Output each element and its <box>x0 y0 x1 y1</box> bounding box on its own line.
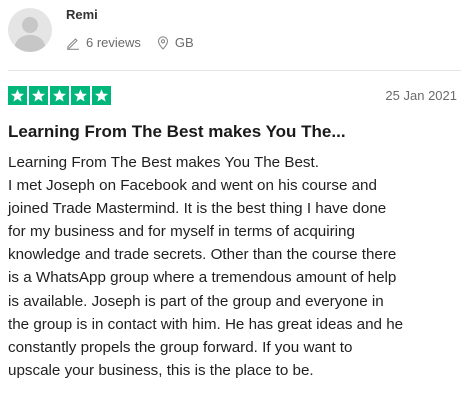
review-body-line: Learning From The Best makes You The Bes… <box>8 154 319 171</box>
review-card: Remi 6 reviews GB 25 Jan 2021 Learning F… <box>0 0 471 414</box>
star-icon <box>29 86 48 105</box>
user-silhouette-icon <box>14 17 46 52</box>
review-body-line: I met Joseph on Facebook and went on his… <box>8 177 377 195</box>
reviewer-meta: Remi 6 reviews GB <box>66 7 194 51</box>
reviewer-header: Remi 6 reviews GB <box>8 7 194 52</box>
review-body-line: is a WhatsApp group where a tremendous a… <box>8 269 397 287</box>
star-icon <box>8 86 27 105</box>
reviewer-name[interactable]: Remi <box>66 7 194 23</box>
country-stat: GB <box>157 35 194 51</box>
star-icon <box>50 86 69 105</box>
review-body-line: for my business and for myself in terms … <box>8 223 355 241</box>
reviews-count-stat: 6 reviews <box>66 35 141 51</box>
review-body-line: knowledge and trade secrets. Other than … <box>8 246 397 264</box>
star-rating <box>8 86 113 105</box>
star-icon <box>71 86 90 105</box>
country-code: GB <box>174 35 194 50</box>
divider <box>8 70 461 71</box>
star-icon <box>92 86 111 105</box>
review-body-line: the group is in contact with him. He has… <box>8 315 404 333</box>
review-title[interactable]: Learning From The Best makes You The... <box>8 122 346 142</box>
map-pin-icon <box>157 36 168 50</box>
pencil-icon <box>67 38 79 50</box>
reviewer-stats: 6 reviews GB <box>66 35 194 51</box>
review-body-line: joined Trade Mastermind. It is the best … <box>8 200 387 218</box>
review-body-line: constantly propels the group forward. If… <box>8 338 353 356</box>
avatar[interactable] <box>8 8 52 52</box>
review-body: Learning From The Best makes You The Bes… <box>8 151 461 382</box>
review-body-line: is available. Joseph is part of the grou… <box>8 292 384 310</box>
reviews-count: 6 reviews <box>86 35 141 50</box>
review-date: 25 Jan 2021 <box>385 88 457 103</box>
rating-row: 25 Jan 2021 <box>8 86 457 105</box>
review-body-line: upscale your business, this is the place… <box>8 361 314 379</box>
